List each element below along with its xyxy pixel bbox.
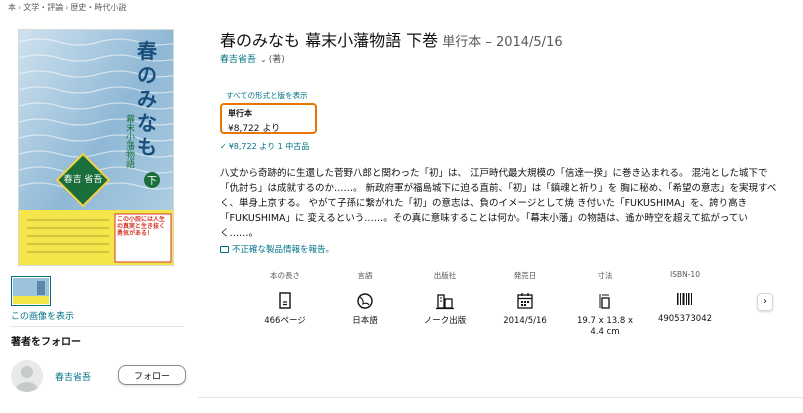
cover-title-char: 春 bbox=[136, 39, 158, 63]
message-icon bbox=[220, 246, 229, 253]
cover-thumbnail[interactable] bbox=[11, 276, 51, 306]
detail-label: 言語 bbox=[357, 271, 373, 280]
detail-publisher: 出版社 ノーク出版 bbox=[410, 270, 480, 327]
calendar-icon bbox=[517, 293, 533, 309]
cover-title-char: も bbox=[137, 135, 157, 159]
detail-value: 2014/5/16 bbox=[503, 316, 547, 326]
product-title-row: 春のみなも 幕末小藩物語 下巻 単行本 – 2014/5/16 bbox=[220, 27, 563, 51]
report-link-text: 不正確な製品情報を報告。 bbox=[232, 245, 335, 255]
follow-button[interactable]: フォロー bbox=[118, 365, 186, 385]
format-price: ¥8,722 より bbox=[228, 124, 281, 134]
detail-label: 寸法 bbox=[597, 271, 613, 280]
detail-page-count: 本の長さ 466ページ bbox=[250, 270, 320, 327]
detail-label: 発売日 bbox=[513, 271, 537, 280]
cover-subtitle: 幕末小藩物語 bbox=[124, 113, 135, 169]
breadcrumb-separator: › bbox=[65, 3, 69, 12]
detail-value: 4905373042 bbox=[657, 314, 713, 324]
product-description: 八丈から奇跡的に生還した菅野八郎と関わった「初」は、 江戸時代最大規模の「信達一… bbox=[220, 168, 777, 239]
detail-label: 出版社 bbox=[433, 271, 457, 280]
cover-title-char: な bbox=[137, 111, 157, 135]
divider bbox=[11, 326, 184, 327]
cover-author: 春吉 省吾 bbox=[64, 173, 103, 185]
detail-dimensions: 寸法 19.7 x 13.8 x 4.4 cm bbox=[570, 270, 640, 338]
chevron-down-icon[interactable]: ⌄ bbox=[260, 55, 267, 64]
globe-icon bbox=[357, 293, 373, 309]
format-option-selected[interactable]: 単行本 ¥8,722 より bbox=[220, 103, 317, 134]
product-format-date: 単行本 – 2014/5/16 bbox=[442, 35, 563, 50]
view-image-link[interactable]: この画像を表示 bbox=[11, 309, 74, 322]
detail-value: 466ページ bbox=[264, 316, 306, 326]
detail-language: 言語 日本語 bbox=[330, 270, 400, 327]
used-offer-text: ¥8,722 より 1 中古品 bbox=[228, 142, 310, 151]
author-link[interactable]: 春吉省吾 bbox=[220, 55, 256, 65]
book-cover-image[interactable]: 春吉 省吾 春 の み な も 幕末小藩物語 下 この小説には人生の真実と生き抜… bbox=[18, 29, 174, 266]
author-role: (著) bbox=[268, 55, 285, 65]
detail-value: 19.7 x 13.8 x 4.4 cm bbox=[576, 316, 634, 337]
breadcrumb-item[interactable]: 本 bbox=[8, 3, 16, 12]
report-link[interactable]: 不正確な製品情報を報告。 bbox=[220, 243, 334, 255]
detail-isbn: ISBN-10 4905373042 bbox=[650, 270, 720, 325]
all-formats-link[interactable]: すべての形式と版を表示 bbox=[226, 90, 308, 101]
follow-author-name[interactable]: 春吉省吾 bbox=[55, 370, 91, 383]
product-details-carousel: 本の長さ 466ページ 言語 日本語 出版社 ノーク出版 発売日 2014/5/… bbox=[250, 270, 750, 340]
used-offer[interactable]: ✓ ¥8,722 より 1 中古品 bbox=[220, 141, 309, 152]
format-name: 単行本 bbox=[228, 109, 252, 118]
detail-release-date: 発売日 2014/5/16 bbox=[490, 270, 560, 327]
check-icon: ✓ bbox=[220, 142, 227, 151]
cover-title-char: の bbox=[137, 63, 157, 87]
detail-label: ISBN-10 bbox=[670, 270, 700, 279]
person-icon bbox=[16, 366, 38, 392]
chevron-right-icon: › bbox=[763, 296, 767, 307]
detail-value: 日本語 bbox=[352, 316, 378, 326]
cover-band-text: この小説には人生の真実と生き抜く勇気がある！ bbox=[117, 216, 166, 237]
ruler-icon bbox=[599, 294, 610, 309]
cover-title-char: み bbox=[137, 87, 157, 111]
carousel-next-button[interactable]: › bbox=[757, 293, 773, 311]
product-title: 春のみなも 幕末小藩物語 下巻 bbox=[220, 31, 439, 50]
book-pages-icon bbox=[279, 292, 291, 309]
barcode-icon bbox=[677, 293, 692, 305]
breadcrumb: 本 › 文学・評論 › 歴史・時代小説 bbox=[8, 2, 126, 13]
author-avatar[interactable] bbox=[11, 360, 43, 392]
follow-author-title: 著者をフォロー bbox=[11, 337, 81, 348]
divider bbox=[198, 397, 803, 398]
author-row: 春吉省吾 ⌄ (著) bbox=[220, 52, 285, 65]
breadcrumb-item[interactable]: 文学・評論 bbox=[23, 3, 63, 12]
breadcrumb-separator: › bbox=[18, 3, 22, 12]
detail-value: ノーク出版 bbox=[423, 316, 467, 326]
cover-volume-badge: 下 bbox=[147, 176, 157, 187]
detail-label: 本の長さ bbox=[270, 271, 300, 280]
building-icon bbox=[436, 294, 454, 310]
breadcrumb-item[interactable]: 歴史・時代小説 bbox=[70, 3, 126, 12]
